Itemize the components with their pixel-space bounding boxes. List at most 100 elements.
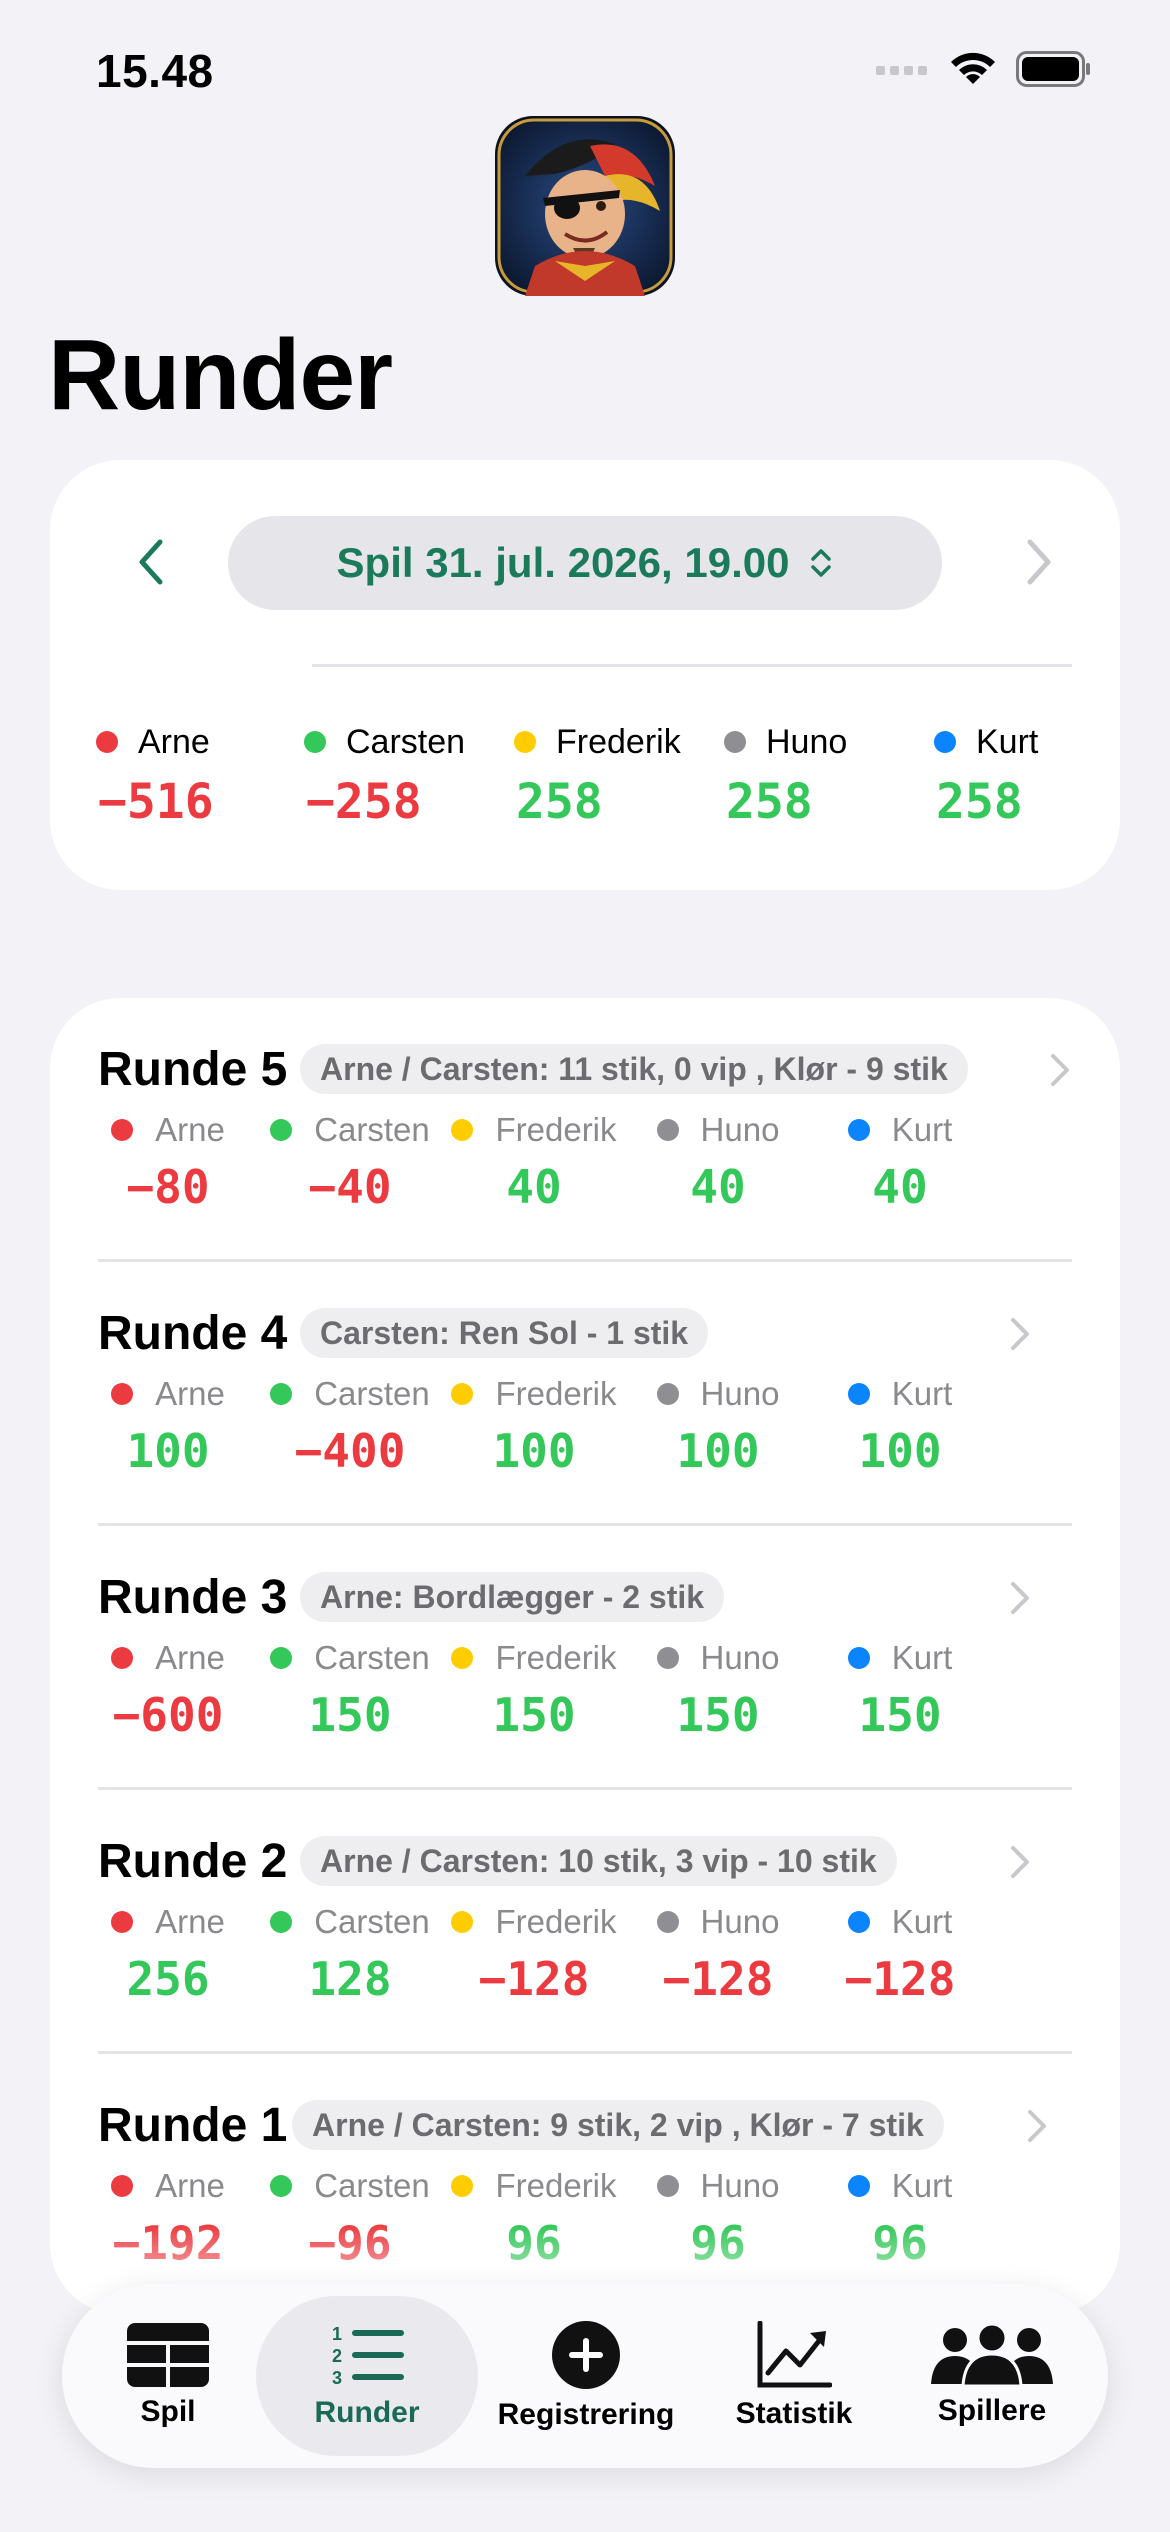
next-game-button[interactable] [1010, 532, 1070, 592]
round-description: Arne / Carsten: 9 stik, 2 vip , Klør - 7… [292, 2100, 944, 2150]
player-round-score: −80 [126, 1160, 210, 1214]
player-name: Arne [138, 722, 210, 761]
player-name-row: Carsten [260, 1110, 440, 1150]
player-name: Huno [700, 1375, 780, 1412]
total-player: Huno 258 [724, 722, 924, 830]
player-total-score: −258 [306, 774, 422, 830]
tab-spil[interactable]: Spil [78, 2296, 258, 2456]
player-color-dot [847, 1383, 870, 1405]
round-player: Carsten −96 [260, 2166, 440, 2270]
player-name-row: Huno [628, 1638, 808, 1678]
player-name-row: Carsten [260, 2166, 440, 2206]
player-name-row: Kurt [934, 722, 1134, 762]
player-round-score: 100 [858, 1424, 942, 1478]
player-round-score: 40 [690, 1160, 746, 1214]
line-chart-icon [757, 2321, 832, 2388]
player-color-dot [724, 731, 746, 753]
player-color-dot [934, 731, 956, 753]
player-color-dot [451, 1911, 474, 1933]
svg-text:2: 2 [332, 2346, 342, 2366]
player-name: Arne [155, 1111, 225, 1148]
round-player: Huno 96 [628, 2166, 808, 2270]
joker-app-icon [495, 116, 675, 296]
round-row[interactable]: Runde 3 Arne: Bordlægger - 2 stik Arne −600… [50, 1526, 1120, 1790]
player-round-score: 150 [676, 1688, 760, 1742]
total-player: Arne −516 [96, 722, 296, 830]
player-color-dot [656, 1647, 679, 1669]
player-round-score: 96 [506, 2216, 562, 2270]
player-color-dot [451, 2175, 474, 2197]
round-player: Kurt 100 [810, 1374, 990, 1478]
player-name-row: Frederik [444, 1374, 624, 1414]
player-name-row: Frederik [514, 722, 714, 762]
player-color-dot [451, 1647, 474, 1669]
player-name: Arne [155, 2167, 225, 2204]
player-name: Carsten [314, 1111, 430, 1148]
player-name-row: Arne [78, 1902, 258, 1942]
round-player: Huno −128 [628, 1902, 808, 2006]
player-total-score: 258 [936, 774, 1023, 830]
plus-circle-icon [552, 2321, 620, 2389]
player-round-score: 150 [308, 1688, 392, 1742]
rounds-list: Runde 5 Arne / Carsten: 11 stik, 0 vip , … [50, 998, 1120, 2314]
player-color-dot [847, 1911, 870, 1933]
player-round-score: 40 [506, 1160, 562, 1214]
player-name: Kurt [891, 1903, 953, 1940]
round-description: Arne / Carsten: 11 stik, 0 vip , Klør - … [300, 1044, 968, 1094]
tab-registrering-label: Registrering [497, 2398, 675, 2431]
player-name-row: Carsten [260, 1638, 440, 1678]
player-color-dot [304, 731, 326, 753]
round-row[interactable]: Runde 4 Carsten: Ren Sol - 1 stik Arne 100 C… [50, 1262, 1120, 1526]
round-player: Arne −600 [78, 1638, 258, 1742]
round-row[interactable]: Runde 1 Arne / Carsten: 9 stik, 2 vip , K… [50, 2054, 1120, 2314]
total-player: Frederik 258 [514, 722, 714, 830]
tab-runder[interactable]: 1 2 3 Runder [256, 2296, 478, 2456]
total-player: Kurt 258 [934, 722, 1134, 830]
player-color-dot [111, 1383, 134, 1405]
round-row[interactable]: Runde 2 Arne / Carsten: 10 stik, 3 vip - … [50, 1790, 1120, 2054]
player-name: Carsten [314, 1375, 430, 1412]
tab-statistik[interactable]: Statistik [694, 2296, 894, 2456]
player-name-row: Huno [628, 1374, 808, 1414]
player-name-row: Carsten [304, 722, 504, 762]
player-round-score: 40 [872, 1160, 928, 1214]
wifi-icon [951, 52, 995, 84]
round-player: Carsten −40 [260, 1110, 440, 1214]
round-player: Huno 150 [628, 1638, 808, 1742]
player-round-score: 150 [492, 1688, 576, 1742]
chevron-right-icon [1011, 1846, 1029, 1878]
player-round-score: 100 [676, 1424, 760, 1478]
player-round-score: 100 [126, 1424, 210, 1478]
round-row[interactable]: Runde 5 Arne / Carsten: 11 stik, 0 vip , … [50, 998, 1120, 1262]
player-name: Carsten [314, 1639, 430, 1676]
tab-spillere[interactable]: Spillere [892, 2296, 1092, 2456]
round-player: Kurt 150 [810, 1638, 990, 1742]
round-player: Huno 100 [628, 1374, 808, 1478]
player-name: Carsten [346, 722, 466, 761]
player-name: Kurt [891, 2167, 953, 2204]
table-grid-icon [127, 2323, 209, 2387]
tab-registrering[interactable]: Registrering [476, 2296, 696, 2456]
player-name-row: Carsten [260, 1374, 440, 1414]
player-name-row: Huno [724, 722, 924, 762]
player-color-dot [270, 1119, 293, 1141]
player-name: Arne [155, 1375, 225, 1412]
round-player: Frederik 150 [444, 1638, 624, 1742]
previous-game-button[interactable] [120, 532, 180, 592]
chevron-left-icon [139, 539, 163, 585]
player-name: Carsten [314, 1903, 430, 1940]
player-name: Huno [700, 1639, 780, 1676]
round-description: Arne / Carsten: 10 stik, 3 vip - 10 stik [300, 1836, 897, 1886]
player-color-dot [656, 1383, 679, 1405]
game-picker[interactable]: Spil 31. jul. 2026, 19.00 [228, 516, 942, 610]
round-title: Runde 2 [98, 1835, 288, 1888]
round-player: Arne −192 [78, 2166, 258, 2270]
player-round-score: 100 [492, 1424, 576, 1478]
player-name: Arne [155, 1903, 225, 1940]
player-name-row: Arne [78, 1110, 258, 1150]
tab-runder-label: Runder [314, 2396, 420, 2429]
round-player: Kurt −128 [810, 1902, 990, 2006]
player-round-score: 150 [858, 1688, 942, 1742]
player-color-dot [270, 2175, 293, 2197]
player-color-dot [656, 1119, 679, 1141]
